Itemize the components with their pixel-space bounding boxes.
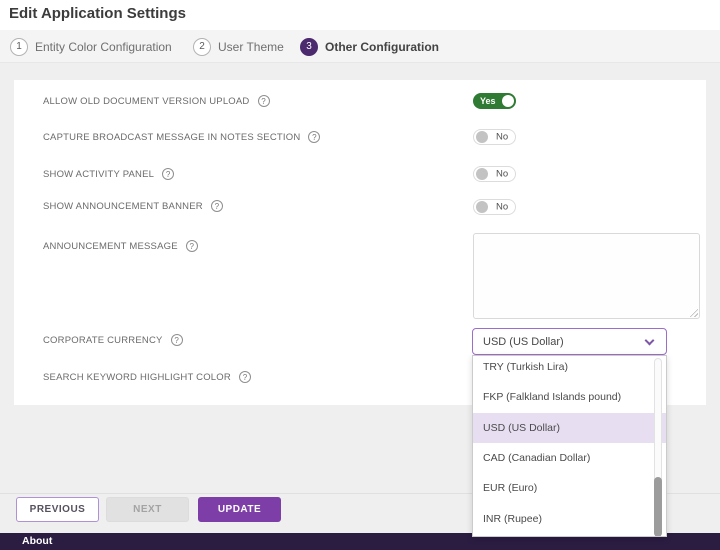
toggle-capture-broadcast-message[interactable]: No (473, 129, 516, 145)
currency-option-inr[interactable]: INR (Rupee) (473, 503, 666, 533)
wizard-stepper: 1 Entity Color Configuration 2 User Them… (0, 30, 720, 63)
currency-dropdown-list: TRY (Turkish Lira) FKP (Falkland Islands… (472, 355, 667, 537)
help-icon[interactable]: ? (239, 371, 251, 383)
toggle-knob (476, 201, 488, 213)
dropdown-scrollbar-track[interactable] (654, 358, 662, 534)
selected-currency-value: USD (US Dollar) (483, 336, 564, 348)
chevron-down-icon (645, 336, 655, 346)
toggle-knob (476, 131, 488, 143)
currency-option-cad[interactable]: CAD (Canadian Dollar) (473, 443, 666, 473)
update-button[interactable]: UPDATE (198, 497, 281, 522)
setting-label-corporate-currency: CORPORATE CURRENCY ? (43, 334, 183, 346)
toggle-state-label: No (496, 131, 508, 142)
page-title: Edit Application Settings (9, 5, 186, 22)
help-icon[interactable]: ? (258, 95, 270, 107)
currency-option-try[interactable]: TRY (Turkish Lira) (473, 355, 666, 382)
step-other-configuration[interactable]: 3 Other Configuration (300, 30, 439, 63)
toggle-show-activity-panel[interactable]: No (473, 166, 516, 182)
currency-option-fkp[interactable]: FKP (Falkland Islands pound) (473, 382, 666, 412)
setting-label-show-activity-panel: SHOW ACTIVITY PANEL ? (43, 168, 174, 180)
help-icon[interactable]: ? (186, 240, 198, 252)
step-user-theme[interactable]: 2 User Theme (193, 30, 284, 63)
step-1-label: Entity Color Configuration (35, 40, 172, 54)
currency-option-usd-selected[interactable]: USD (US Dollar) (473, 413, 666, 443)
setting-label-search-keyword-highlight-color: SEARCH KEYWORD HIGHLIGHT COLOR ? (43, 371, 251, 383)
toggle-knob (502, 95, 514, 107)
toggle-state-label: No (496, 201, 508, 212)
step-2-circle: 2 (193, 38, 211, 56)
edit-application-settings-page: Edit Application Settings 1 Entity Color… (0, 0, 720, 550)
step-2-label: User Theme (218, 40, 284, 54)
toggle-show-announcement-banner[interactable]: No (473, 199, 516, 215)
announcement-message-textarea[interactable] (473, 233, 700, 319)
help-icon[interactable]: ? (162, 168, 174, 180)
step-1-circle: 1 (10, 38, 28, 56)
currency-option-eur[interactable]: EUR (Euro) (473, 473, 666, 503)
toggle-state-label: Yes (480, 96, 496, 106)
toggle-state-label: No (496, 168, 508, 179)
help-icon[interactable]: ? (211, 200, 223, 212)
dropdown-scrollbar-thumb[interactable] (654, 477, 662, 537)
setting-label-allow-old-document-version-upload: ALLOW OLD DOCUMENT VERSION UPLOAD ? (43, 95, 270, 107)
about-link[interactable]: About (22, 533, 52, 550)
step-3-label: Other Configuration (325, 40, 439, 54)
help-icon[interactable]: ? (171, 334, 183, 346)
previous-button[interactable]: PREVIOUS (16, 497, 99, 522)
step-3-circle: 3 (300, 38, 318, 56)
title-bar: Edit Application Settings (0, 0, 720, 30)
setting-label-announcement-message: ANNOUNCEMENT MESSAGE ? (43, 240, 198, 252)
toggle-knob (476, 168, 488, 180)
setting-label-capture-broadcast-message: CAPTURE BROADCAST MESSAGE IN NOTES SECTI… (43, 131, 320, 143)
help-icon[interactable]: ? (308, 131, 320, 143)
toggle-allow-old-document-version-upload[interactable]: Yes (473, 93, 516, 109)
setting-label-show-announcement-banner: SHOW ANNOUNCEMENT BANNER ? (43, 200, 223, 212)
next-button[interactable]: NEXT (106, 497, 189, 522)
step-entity-color-configuration[interactable]: 1 Entity Color Configuration (10, 30, 172, 63)
corporate-currency-select[interactable]: USD (US Dollar) (472, 328, 667, 355)
